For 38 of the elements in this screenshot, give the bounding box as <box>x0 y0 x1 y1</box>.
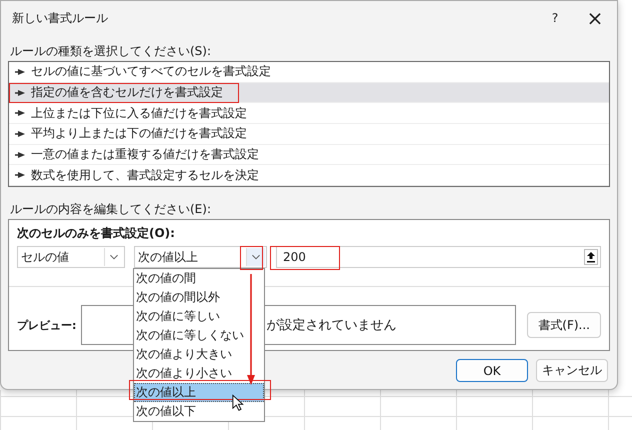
format-button[interactable]: 書式(F)... <box>527 312 601 338</box>
highlight-box <box>240 246 263 270</box>
arrow-icon <box>15 171 25 180</box>
close-button[interactable]: × <box>575 3 615 33</box>
upload-icon[interactable] <box>584 249 598 265</box>
preview-label: プレビュー: <box>17 318 78 332</box>
section-label: ルールの種類を選択してください(S): <box>9 43 212 60</box>
rule-type-item[interactable]: 指定の値を含むセルだけを書式設定 <box>9 82 609 104</box>
dialog-button[interactable]: キャンセル <box>536 359 608 382</box>
dropdown-item[interactable]: 次の値に等しい <box>134 307 264 326</box>
dropdown-item[interactable]: 次の値以上 <box>134 383 264 402</box>
value-field[interactable]: 200 <box>276 246 601 268</box>
chevron-down-icon <box>246 248 265 266</box>
dropdown-item[interactable]: 次の値以下 <box>134 402 264 421</box>
dropdown-item[interactable]: 次の値の間以外 <box>134 288 264 307</box>
arrow-icon <box>15 109 25 118</box>
help-button[interactable]: ? <box>535 3 575 33</box>
rule-type-item[interactable]: 平均より上または下の値だけを書式設定 <box>9 124 609 145</box>
arrow-icon <box>15 150 25 159</box>
dropdown-item[interactable]: 次の値の間 <box>134 269 264 288</box>
arrow-icon <box>15 68 25 76</box>
dropdown-item[interactable]: 次の値に等しくない <box>134 326 264 345</box>
arrow-icon <box>15 88 25 96</box>
operator-dropdown[interactable]: 次の値以上 <box>134 246 267 268</box>
rule-type-item[interactable]: 一意の値または重複する値だけを書式設定 <box>9 144 609 166</box>
dropdown-item[interactable]: 次の値より小さい <box>134 364 264 383</box>
section-heading: 次のセルのみを書式設定(O): <box>17 225 176 242</box>
subject-dropdown[interactable]: セルの値 <box>17 246 125 268</box>
rule-type-item[interactable]: 数式を使用して、書式設定するセルを決定 <box>9 165 609 186</box>
rule-type-item[interactable]: 上位または下位に入る値だけを書式設定 <box>9 103 609 124</box>
dropdown-item[interactable]: 次の値より大きい <box>134 345 264 364</box>
mouse-pointer-icon <box>232 394 244 412</box>
window-title: 新しい書式ルール <box>12 10 108 26</box>
dialog-button[interactable]: OK <box>456 359 528 382</box>
preview-text: が設定されていません <box>266 317 397 334</box>
section-label: ルールの内容を編集してください(E): <box>9 201 212 218</box>
arrow-icon <box>15 130 25 138</box>
highlight-box <box>270 246 340 270</box>
